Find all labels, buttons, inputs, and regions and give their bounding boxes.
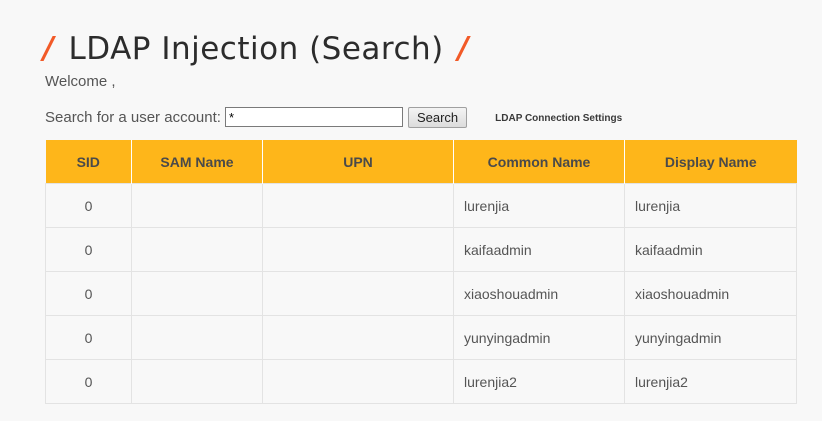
table-row: 0 lurenjia lurenjia xyxy=(45,183,797,228)
cell-common-name: lurenjia2 xyxy=(453,359,625,404)
search-form: Search for a user account: Search LDAP C… xyxy=(45,106,622,128)
page-title-text: LDAP Injection (Search) xyxy=(68,30,444,67)
table-row: 0 xiaoshouadmin xiaoshouadmin xyxy=(45,271,797,316)
cell-display-name: lurenjia xyxy=(624,183,797,228)
cell-sam-name xyxy=(131,227,263,272)
search-label: Search for a user account: xyxy=(45,108,221,126)
cell-upn xyxy=(262,315,454,360)
cell-common-name: xiaoshouadmin xyxy=(453,271,625,316)
search-button[interactable]: Search xyxy=(407,106,468,128)
column-header-upn: UPN xyxy=(262,140,454,184)
table-row: 0 kaifaadmin kaifaadmin xyxy=(45,227,797,272)
cell-common-name: lurenjia xyxy=(453,183,625,228)
table-row: 0 yunyingadmin yunyingadmin xyxy=(45,315,797,360)
cell-display-name: xiaoshouadmin xyxy=(624,271,797,316)
page-title: / LDAP Injection (Search) / xyxy=(43,27,469,71)
cell-sid: 0 xyxy=(45,359,132,404)
title-slash-left: / xyxy=(43,31,55,67)
column-header-common-name: Common Name xyxy=(453,140,625,184)
table-row: 0 lurenjia2 lurenjia2 xyxy=(45,359,797,404)
cell-common-name: kaifaadmin xyxy=(453,227,625,272)
cell-sid: 0 xyxy=(45,271,132,316)
cell-sam-name xyxy=(131,183,263,228)
cell-upn xyxy=(262,183,454,228)
title-slash-right: / xyxy=(457,31,470,67)
column-header-sam-name: SAM Name xyxy=(131,140,263,184)
cell-upn xyxy=(262,359,454,404)
cell-sam-name xyxy=(131,315,263,360)
cell-display-name: yunyingadmin xyxy=(624,315,797,360)
cell-sid: 0 xyxy=(45,315,132,360)
welcome-text: Welcome , xyxy=(45,73,116,90)
column-header-display-name: Display Name xyxy=(624,140,797,184)
cell-upn xyxy=(262,271,454,316)
cell-sam-name xyxy=(131,359,263,404)
cell-display-name: lurenjia2 xyxy=(624,359,797,404)
cell-sid: 0 xyxy=(45,183,132,228)
column-header-sid: SID xyxy=(45,140,132,184)
table-header-row: SID SAM Name UPN Common Name Display Nam… xyxy=(45,140,797,184)
search-input[interactable] xyxy=(224,107,403,127)
cell-upn xyxy=(262,227,454,272)
cell-sid: 0 xyxy=(45,227,132,272)
cell-common-name: yunyingadmin xyxy=(453,315,625,360)
cell-display-name: kaifaadmin xyxy=(624,227,797,272)
results-table: SID SAM Name UPN Common Name Display Nam… xyxy=(45,140,797,404)
ldap-connection-settings-link[interactable]: LDAP Connection Settings xyxy=(495,111,622,124)
cell-sam-name xyxy=(131,271,263,316)
